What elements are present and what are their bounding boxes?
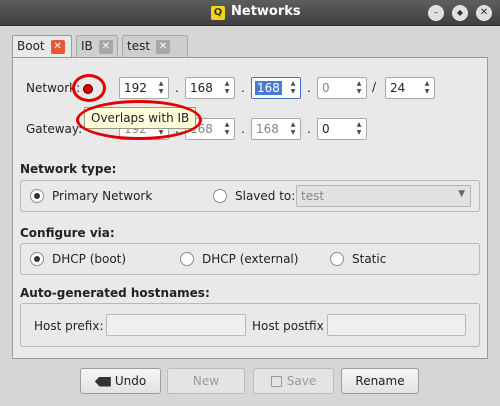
slaved-to-select[interactable]: test ▼ — [296, 185, 471, 207]
host-postfix-label: Host postfix — [252, 319, 324, 333]
tab-close-icon[interactable]: ✕ — [50, 39, 65, 54]
spin-arrows-icon[interactable]: ▲▼ — [223, 121, 231, 137]
maximize-icon[interactable]: ◆ — [452, 5, 468, 21]
window-title: Networks — [231, 4, 301, 19]
tab-label: IB — [81, 39, 93, 53]
static-radio[interactable] — [330, 252, 344, 266]
dhcp-boot-label[interactable]: DHCP (boot) — [52, 252, 126, 266]
ip-separator: . — [241, 122, 245, 136]
gateway-label: Gateway: — [26, 122, 83, 136]
octet-value: 192 — [124, 81, 147, 95]
close-icon[interactable]: ✕ — [476, 5, 492, 21]
dhcp-external-radio[interactable] — [180, 252, 194, 266]
octet-value: 0 — [322, 122, 330, 136]
tab-label: Boot — [17, 39, 45, 53]
network-octet-2[interactable]: 168 ▲ ▼ — [185, 77, 235, 99]
spin-arrows-icon[interactable]: ▲▼ — [223, 80, 231, 96]
app-icon: Q — [211, 6, 225, 20]
undo-label: Undo — [114, 374, 147, 388]
tab-label: test — [127, 39, 151, 53]
primary-network-label[interactable]: Primary Network — [52, 189, 152, 203]
spin-arrows-icon[interactable]: ▲▼ — [355, 121, 363, 137]
network-octet-3[interactable]: 168 ▲ ▼ — [251, 77, 301, 99]
undo-button[interactable]: Undo — [80, 368, 161, 394]
prefix-separator: / — [372, 80, 377, 94]
gateway-octet-3[interactable]: 168 ▲ ▼ — [251, 118, 301, 140]
backspace-icon — [94, 376, 111, 387]
chevron-down-icon: ▼ — [458, 189, 465, 199]
primary-network-radio[interactable] — [30, 189, 44, 203]
save-button[interactable]: Save — [253, 368, 334, 394]
new-button[interactable]: New — [167, 368, 245, 394]
ip-separator: . — [307, 81, 311, 95]
prefix-value: 24 — [390, 81, 406, 95]
new-label: New — [192, 374, 220, 388]
network-octet-1[interactable]: 192 ▲ ▼ — [119, 77, 169, 99]
configure-via-heading: Configure via: — [20, 226, 115, 240]
network-prefix[interactable]: 24 ▲ ▼ — [385, 77, 435, 99]
rename-label: Rename — [355, 374, 405, 388]
spin-arrows-icon[interactable]: ▲▼ — [355, 80, 363, 96]
tab-boot[interactable]: Boot ✕ — [12, 35, 72, 58]
octet-value: 168 — [190, 81, 213, 95]
static-label[interactable]: Static — [352, 252, 386, 266]
spin-arrows-icon[interactable]: ▲▼ — [423, 80, 431, 96]
tab-test[interactable]: test ✕ — [122, 35, 188, 57]
ip-separator: . — [307, 122, 311, 136]
annotation-ellipse — [76, 100, 202, 140]
spin-arrows-icon[interactable]: ▲▼ — [289, 121, 297, 137]
annotation-circle — [72, 74, 106, 102]
gateway-octet-4[interactable]: 0 ▲ ▼ — [317, 118, 367, 140]
save-icon — [270, 376, 282, 387]
host-prefix-label: Host prefix: — [34, 319, 104, 333]
ip-separator: . — [241, 81, 245, 95]
dhcp-boot-radio[interactable] — [30, 252, 44, 266]
octet-value: 168 — [255, 81, 282, 95]
spin-arrows-icon[interactable]: ▲▼ — [157, 80, 165, 96]
tab-close-icon[interactable]: ✕ — [156, 39, 171, 54]
host-postfix-input[interactable] — [327, 314, 466, 336]
network-type-heading: Network type: — [20, 162, 117, 176]
ip-separator: . — [175, 81, 179, 95]
octet-value: 168 — [256, 122, 279, 136]
rename-button[interactable]: Rename — [341, 368, 419, 394]
hostnames-heading: Auto-generated hostnames: — [20, 286, 210, 300]
network-octet-4[interactable]: 0 ▲ ▼ — [317, 77, 367, 99]
slaved-to-value: test — [301, 189, 325, 203]
spin-arrows-icon[interactable]: ▲▼ — [289, 80, 297, 96]
dhcp-external-label[interactable]: DHCP (external) — [202, 252, 298, 266]
tab-ib[interactable]: IB ✕ — [76, 35, 118, 57]
minimize-icon[interactable]: – — [428, 5, 444, 21]
octet-value: 0 — [322, 81, 330, 95]
slaved-to-radio[interactable] — [213, 189, 227, 203]
host-prefix-input[interactable] — [106, 314, 246, 336]
save-label: Save — [286, 374, 317, 388]
title-bar: Q Networks – ◆ ✕ — [0, 0, 500, 26]
tab-close-icon[interactable]: ✕ — [98, 39, 113, 54]
slaved-to-label[interactable]: Slaved to: — [235, 189, 295, 203]
